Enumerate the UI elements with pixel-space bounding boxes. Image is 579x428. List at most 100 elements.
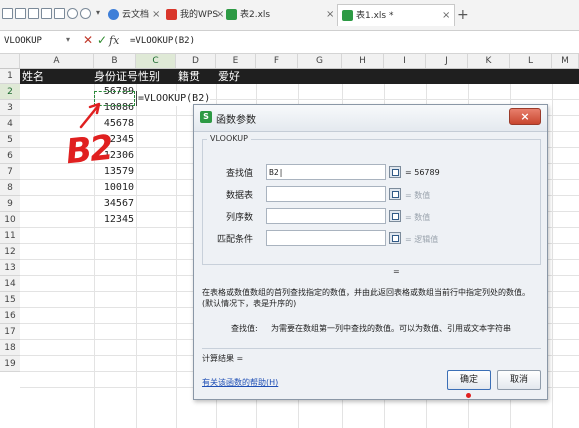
formula-input[interactable]: =VLOOKUP(B2) [130, 34, 195, 49]
row-header[interactable]: 14 [0, 276, 20, 292]
id-cell[interactable]: 10010 [76, 180, 134, 196]
row-header[interactable]: 8 [0, 180, 20, 196]
row-header[interactable]: 5 [0, 132, 20, 148]
quick-access-dropdown-icon[interactable]: ▾ [96, 8, 100, 17]
arg-result: = 逻辑值 [405, 235, 439, 244]
tab-my-wps[interactable]: 我的WPS × [166, 4, 226, 26]
ok-button[interactable]: 确定 [447, 370, 491, 390]
name-box[interactable]: VLOOKUP [4, 34, 66, 49]
arg-result: = 56789 [405, 168, 440, 177]
dialog-title: 函数参数 [216, 115, 256, 126]
row-header[interactable]: 6 [0, 148, 20, 164]
select-all-corner[interactable] [0, 54, 20, 68]
row-header[interactable]: 16 [0, 308, 20, 324]
cloud-icon [108, 9, 119, 20]
tab-label: 表1.xls * [356, 11, 394, 21]
tab-close-icon[interactable]: × [152, 4, 160, 26]
new-tab-button[interactable]: + [457, 4, 469, 26]
column-header-d[interactable]: D [176, 54, 216, 68]
tab-label: 表2.xls [240, 10, 271, 20]
header-cell-gender[interactable]: 性别 [138, 69, 160, 84]
tab-close-icon[interactable]: × [326, 4, 334, 26]
column-header-g[interactable]: G [298, 54, 342, 68]
collapse-dialog-icon[interactable] [389, 188, 401, 200]
redo-icon[interactable] [80, 8, 91, 19]
arguments-group: VLOOKUP 查找值 B2| = 56789 数据表 = 数值 列序数 = 数… [202, 134, 541, 265]
column-header-i[interactable]: I [384, 54, 426, 68]
arg-input-col-index[interactable] [266, 208, 386, 224]
row-header[interactable]: 18 [0, 340, 20, 356]
header-cell-id[interactable]: 身份证号 [94, 69, 138, 84]
print-preview-icon[interactable] [54, 8, 65, 19]
cancel-button[interactable]: 取消 [497, 370, 541, 390]
function-name: VLOOKUP [207, 134, 251, 143]
row-header[interactable]: 2 [0, 84, 20, 100]
row-header[interactable]: 17 [0, 324, 20, 340]
row-header[interactable]: 3 [0, 100, 20, 116]
handwritten-annotation: B2 [64, 127, 114, 173]
cancel-edit-icon[interactable]: ✕ [83, 33, 93, 47]
row-header[interactable]: 19 [0, 356, 20, 372]
header-cell-hometown[interactable]: 籍贯 [178, 69, 200, 84]
confirm-edit-icon[interactable]: ✓ [97, 33, 107, 47]
collapse-dialog-icon[interactable] [389, 232, 401, 244]
column-header-e[interactable]: E [216, 54, 256, 68]
spreadsheet-file-icon [342, 10, 353, 21]
column-header-f[interactable]: F [256, 54, 298, 68]
arg-description: 为需要在数组第一列中查找的数值。可以为数值、引用或文本字符串 [271, 324, 511, 333]
export-pdf-icon[interactable] [28, 8, 39, 19]
column-header-b[interactable]: B [94, 54, 136, 68]
column-header-h[interactable]: H [342, 54, 384, 68]
row-header[interactable]: 10 [0, 212, 20, 228]
insert-function-icon[interactable]: fx [109, 34, 119, 47]
arg-input-range-lookup[interactable] [266, 230, 386, 246]
dialog-title-bar[interactable]: S 函数参数 × [194, 105, 547, 132]
tab-table2[interactable]: 表2.xls × [226, 4, 336, 26]
undo-icon[interactable] [67, 8, 78, 19]
column-header-c[interactable]: C [136, 54, 176, 68]
dialog-close-button[interactable]: × [509, 108, 541, 125]
collapse-dialog-icon[interactable] [389, 210, 401, 222]
column-header-m[interactable]: M [552, 54, 579, 68]
header-cell-hobby[interactable]: 爱好 [218, 69, 240, 84]
id-cell[interactable]: 12345 [76, 212, 134, 228]
column-header-j[interactable]: J [426, 54, 468, 68]
row-header[interactable]: 4 [0, 116, 20, 132]
arg-result: = 数值 [405, 191, 431, 200]
arg-label-table-array: 数据表 [225, 191, 253, 201]
arg-input-lookup-value[interactable]: B2| [266, 164, 386, 180]
row-header[interactable]: 9 [0, 196, 20, 212]
function-help-link[interactable]: 有关该函数的帮助(H) [202, 377, 278, 388]
header-row: 姓名 身份证号 性别 籍贯 爱好 [20, 69, 579, 84]
arg-label-col-index: 列序数 [225, 213, 253, 223]
name-box-dropdown-icon[interactable]: ▾ [66, 35, 70, 44]
spreadsheet-file-icon [226, 9, 237, 20]
header-cell-name[interactable]: 姓名 [22, 69, 44, 84]
row-header[interactable]: 1 [0, 69, 20, 84]
save-icon[interactable] [15, 8, 26, 19]
arg-input-table-array[interactable] [266, 186, 386, 202]
function-arguments-dialog: S 函数参数 × VLOOKUP 查找值 B2| = 56789 数据表 = 数… [193, 104, 548, 400]
id-cell[interactable]: 34567 [76, 196, 134, 212]
tab-cloud-docs[interactable]: 云文档 × [108, 4, 163, 26]
tab-table1[interactable]: 表1.xls * × [337, 4, 455, 26]
wps-spreadsheet-icon: S [200, 111, 212, 123]
tab-label: 云文档 [122, 10, 150, 20]
column-header-l[interactable]: L [510, 54, 552, 68]
tab-close-icon[interactable]: × [216, 4, 224, 26]
row-header[interactable]: 15 [0, 292, 20, 308]
tab-close-icon[interactable]: × [442, 5, 450, 27]
column-header-k[interactable]: K [468, 54, 510, 68]
print-icon[interactable] [41, 8, 52, 19]
tab-label: 我的WPS [180, 10, 219, 20]
calculation-result: 计算结果 = [202, 354, 244, 363]
collapse-dialog-icon[interactable] [389, 166, 401, 178]
row-header[interactable]: 13 [0, 260, 20, 276]
column-header-a[interactable]: A [20, 54, 94, 68]
function-result-eq: = [393, 267, 400, 276]
row-header[interactable]: 11 [0, 228, 20, 244]
title-tab-bar: ▾ 云文档 × 我的WPS × 表2.xls × 表1.xls * × + [0, 0, 579, 31]
row-header[interactable]: 7 [0, 164, 20, 180]
row-header[interactable]: 12 [0, 244, 20, 260]
open-file-icon[interactable] [2, 8, 13, 19]
